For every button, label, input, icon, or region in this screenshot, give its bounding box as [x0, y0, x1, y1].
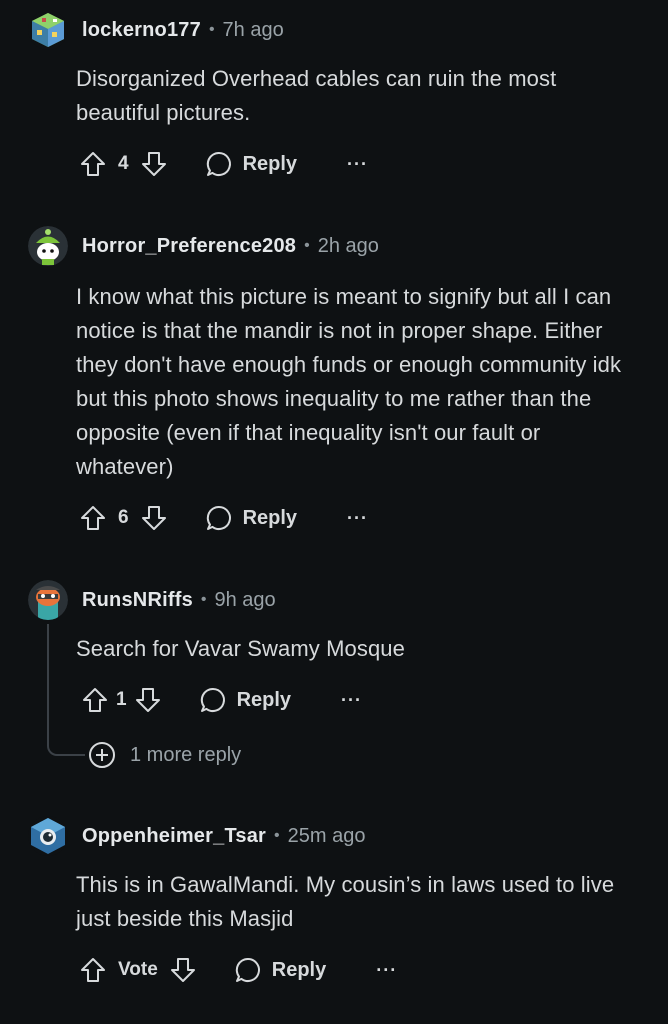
snoo-orange-avatar-icon[interactable]	[28, 580, 68, 620]
reply-label: Reply	[236, 688, 292, 711]
vote-count: 6	[118, 507, 129, 528]
vote-count: 1	[116, 689, 127, 710]
upvote-icon[interactable]	[82, 687, 108, 713]
comment-actions: 4 Reply ···	[80, 148, 368, 180]
reply-label: Reply	[242, 152, 298, 175]
snoo-avatar-icon[interactable]	[28, 226, 68, 266]
vote-count: 4	[118, 153, 129, 174]
separator-dot: •	[208, 21, 215, 38]
downvote-icon[interactable]	[170, 957, 196, 983]
comment-header: Horror_Preference208 • 2h ago	[28, 226, 379, 266]
downvote-icon[interactable]	[141, 505, 167, 531]
more-options-button[interactable]: ···	[376, 960, 397, 981]
more-options-button[interactable]: ···	[347, 508, 368, 529]
comment-timestamp: 9h ago	[214, 588, 276, 611]
vote-label: Vote	[118, 959, 158, 980]
separator-dot: •	[304, 237, 310, 254]
comment-timestamp: 25m ago	[287, 824, 366, 847]
comment-actions: Vote Reply ···	[80, 954, 397, 986]
upvote-icon[interactable]	[80, 505, 106, 531]
comment-header: Oppenheimer_Tsar • 25m ago	[28, 816, 365, 856]
pixel-cube-avatar-icon[interactable]	[28, 10, 68, 50]
comment-timestamp: 7h ago	[222, 18, 284, 41]
speech-bubble-icon	[205, 504, 233, 532]
comment-author[interactable]: RunsNRiffs	[82, 589, 193, 612]
upvote-icon[interactable]	[80, 957, 106, 983]
upvote-icon[interactable]	[80, 151, 106, 177]
speech-bubble-icon	[199, 686, 227, 714]
plus-circle-icon	[88, 741, 116, 769]
comment-text: This is in GawalMandi. My cousin’s in la…	[76, 872, 615, 931]
comment-author[interactable]: lockerno177	[82, 19, 201, 42]
comment-actions: 6 Reply ···	[80, 502, 368, 534]
comment-timestamp: 2h ago	[317, 234, 379, 257]
more-replies-button[interactable]: 1 more reply	[88, 740, 241, 770]
reply-label: Reply	[242, 506, 298, 529]
reply-button[interactable]: Reply	[205, 504, 297, 532]
comment-header: RunsNRiffs • 9h ago	[28, 580, 276, 620]
reply-label: Reply	[271, 958, 327, 981]
comment-actions: 1 Reply ···	[82, 684, 362, 716]
reply-button[interactable]: Reply	[199, 686, 291, 714]
comment-text: I know what this picture is meant to sig…	[76, 284, 622, 479]
comment-author[interactable]: Horror_Preference208	[82, 235, 296, 258]
comment-header: lockerno177 • 7h ago	[28, 10, 284, 50]
more-options-button[interactable]: ···	[347, 154, 368, 175]
more-replies-label: 1 more reply	[130, 743, 242, 766]
comment-text: Search for Vavar Swamy Mosque	[76, 636, 405, 661]
downvote-icon[interactable]	[135, 687, 161, 713]
separator-dot: •	[274, 827, 280, 844]
downvote-icon[interactable]	[141, 151, 167, 177]
speech-bubble-icon	[205, 150, 233, 178]
comment-text: Disorganized Overhead cables can ruin th…	[76, 66, 557, 125]
reply-button[interactable]: Reply	[205, 150, 297, 178]
comment-author[interactable]: Oppenheimer_Tsar	[82, 825, 266, 848]
separator-dot: •	[200, 591, 207, 608]
astronaut-avatar-icon[interactable]	[28, 816, 68, 856]
more-options-button[interactable]: ···	[341, 690, 362, 711]
speech-bubble-icon	[234, 956, 262, 984]
reply-button[interactable]: Reply	[234, 956, 326, 984]
